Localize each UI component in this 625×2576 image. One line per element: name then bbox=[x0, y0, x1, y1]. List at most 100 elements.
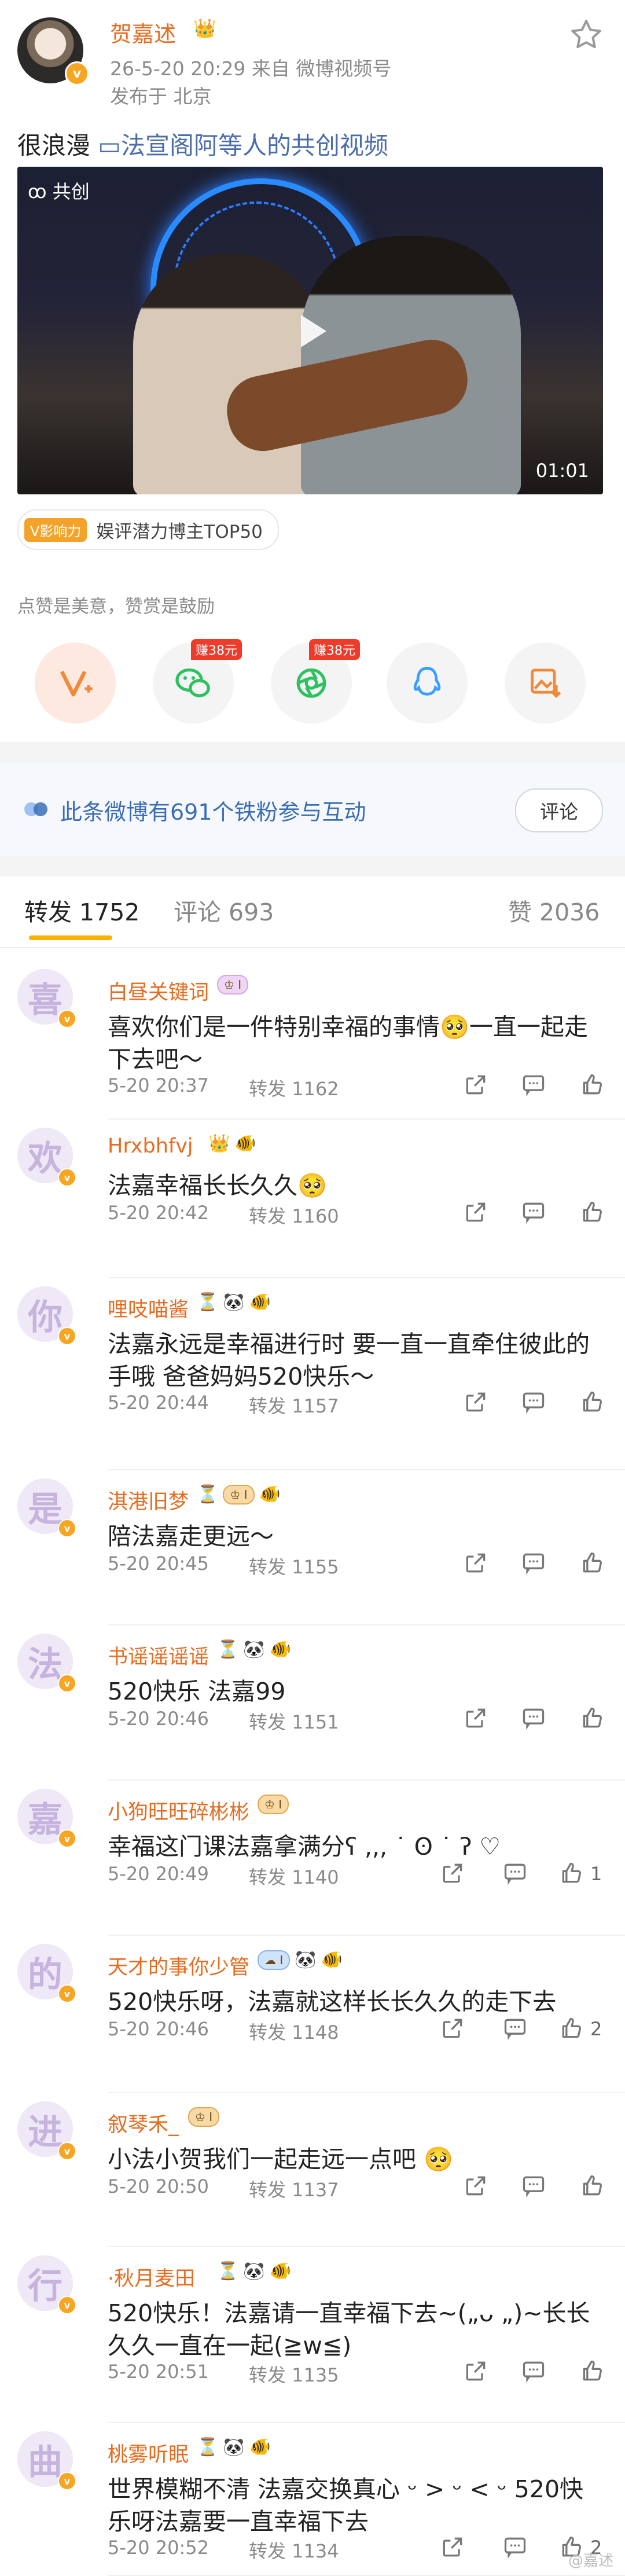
commenter-avatar-glyph: 是 bbox=[28, 1489, 62, 1530]
commenter-name[interactable]: 桃雾听眠 bbox=[108, 2438, 189, 2468]
commenter-name[interactable]: 哩吱喵酱 bbox=[108, 1293, 189, 1323]
commenter-avatar[interactable]: 是v bbox=[17, 1478, 76, 1537]
commenter-name[interactable]: 天才的事你少管 bbox=[108, 1951, 249, 1980]
fan-badge-icon: ⏳ bbox=[217, 2261, 239, 2281]
commenter-verified-icon: v bbox=[58, 2472, 76, 2490]
repost-count: 转发 1134 bbox=[249, 2540, 339, 2562]
crown-icon: 👑 bbox=[193, 17, 216, 39]
commenter-badges: ☁ I 🐼 🐠 bbox=[258, 1950, 343, 1970]
commenter-badges: ⏳ 🐼 🐠 bbox=[197, 2437, 271, 2457]
commenter-avatar[interactable]: 进v bbox=[17, 2101, 76, 2160]
commenter-avatar[interactable]: 曲v bbox=[17, 2431, 76, 2490]
like-icon[interactable] bbox=[580, 1199, 605, 1225]
video-link[interactable]: ▭法宣阁阿等人的共创视频 bbox=[98, 131, 388, 160]
section-separator bbox=[0, 742, 625, 763]
star-icon[interactable] bbox=[569, 17, 604, 52]
comment-icon[interactable] bbox=[521, 1072, 546, 1098]
share-qq-button[interactable] bbox=[387, 643, 468, 724]
comment-icon[interactable] bbox=[521, 1389, 546, 1415]
fan-badge-icon: ⏳ bbox=[197, 1292, 219, 1312]
like-icon[interactable] bbox=[580, 1550, 605, 1576]
tab-like[interactable]: 赞 2036 bbox=[508, 893, 600, 927]
commenter-verified-icon: v bbox=[58, 1010, 76, 1028]
commenter-avatar[interactable]: 你v bbox=[17, 1286, 76, 1345]
repost-icon[interactable] bbox=[463, 1389, 488, 1415]
comment-icon[interactable] bbox=[502, 2016, 528, 2041]
repost-time: 5-20 20:46 bbox=[108, 1708, 209, 1730]
commenter-avatar[interactable]: 法v bbox=[17, 1634, 76, 1693]
commenter-avatar[interactable]: 欢v bbox=[17, 1128, 76, 1187]
commenter-name[interactable]: 书谣谣谣谣 bbox=[108, 1641, 209, 1670]
fan-badge-icon: 🐼 bbox=[243, 2261, 265, 2281]
commenter-avatar-glyph: 的 bbox=[28, 1954, 62, 1995]
like-icon[interactable] bbox=[559, 2016, 584, 2041]
repost-icon[interactable] bbox=[440, 1861, 465, 1886]
fan-badge-icon: 🐼 bbox=[295, 1950, 317, 1970]
save-image-icon bbox=[531, 669, 561, 698]
commenter-avatar[interactable]: 喜v bbox=[17, 969, 76, 1028]
post-text: 很浪漫 ▭法宣阁阿等人的共创视频 bbox=[17, 126, 388, 162]
commenter-name[interactable]: 小狗旺旺碎彬彬 bbox=[108, 1796, 249, 1825]
reward-button[interactable] bbox=[35, 643, 116, 724]
comment-icon[interactable] bbox=[502, 2534, 528, 2560]
commenter-avatar[interactable]: 嘉v bbox=[17, 1789, 76, 1848]
repost-item: 嘉 v 小狗旺旺碎彬彬 ♔ I 幸福这门课法嘉拿满分ʕ ,,, ˙ ʘ ˙ ʔ ♡ 5-2… bbox=[0, 1781, 625, 1936]
repost-count: 转发 1162 bbox=[249, 1078, 339, 1100]
comment-icon[interactable] bbox=[521, 1705, 546, 1731]
commenter-name[interactable]: 白昼关键词 bbox=[108, 976, 209, 1006]
tab-repost[interactable]: 转发 1752 bbox=[24, 893, 139, 927]
comment-icon[interactable] bbox=[521, 2358, 546, 2384]
video-player[interactable]: ꝏ 共创 01:01 bbox=[17, 167, 603, 494]
repost-icon[interactable] bbox=[463, 2358, 488, 2384]
repost-item: 行 v ·秋月麦田 ⏳ 🐼 🐠 520快乐！法嘉请一直幸福下去~(„ᴗ „)~长长久久一直在… bbox=[0, 2247, 625, 2423]
repost-icon[interactable] bbox=[463, 1072, 488, 1098]
like-icon[interactable] bbox=[580, 1072, 605, 1098]
repost-count: 转发 1135 bbox=[249, 2364, 339, 2386]
commenter-name[interactable]: 叙琴禾_ bbox=[108, 2108, 179, 2138]
comment-icon[interactable] bbox=[521, 2173, 546, 2199]
commenter-verified-icon: v bbox=[58, 1984, 76, 2003]
comment-icon[interactable] bbox=[521, 1199, 546, 1225]
tab-comment[interactable]: 评论 693 bbox=[174, 893, 274, 927]
commenter-avatar[interactable]: 行v bbox=[17, 2255, 76, 2314]
repost-icon[interactable] bbox=[440, 2534, 465, 2560]
commenter-badges: 👑 🐠 bbox=[208, 1133, 256, 1154]
repost-icon[interactable] bbox=[463, 1199, 488, 1225]
commenter-name[interactable]: ·秋月麦田 bbox=[108, 2262, 195, 2292]
comment-icon[interactable] bbox=[502, 1861, 528, 1886]
commenter-name[interactable]: 淇港旧梦 bbox=[108, 1485, 189, 1515]
repost-time: 5-20 20:37 bbox=[108, 1074, 209, 1096]
influence-tag[interactable]: V影响力 娱评潜力博主TOP50 bbox=[17, 509, 279, 550]
comment-icon[interactable] bbox=[521, 1550, 546, 1576]
like-icon[interactable] bbox=[580, 1389, 605, 1415]
save-image-button[interactable] bbox=[505, 643, 586, 724]
repost-icon[interactable] bbox=[463, 1705, 488, 1731]
like-count: 1 bbox=[590, 1863, 602, 1885]
commenter-verified-icon: v bbox=[58, 2296, 76, 2314]
like-icon[interactable] bbox=[580, 2173, 605, 2199]
like-icon[interactable] bbox=[580, 2358, 605, 2384]
qq-icon bbox=[413, 666, 441, 696]
commenter-avatar[interactable]: 的v bbox=[17, 1944, 76, 2003]
commenter-avatar-glyph: 欢 bbox=[28, 1138, 62, 1179]
fan-badge-icon: 🐠 bbox=[321, 1950, 343, 1970]
post-location: 发布于 北京 bbox=[110, 85, 212, 108]
video-link-icon: ▭ bbox=[98, 131, 122, 160]
fan-badge-icon: 🐠 bbox=[269, 2261, 292, 2281]
commenter-name[interactable]: Hrxbhfvj bbox=[108, 1135, 193, 1158]
commenter-badges: ⏳ ♔ I 🐠 bbox=[197, 1484, 281, 1504]
like-icon[interactable] bbox=[559, 1861, 584, 1886]
repost-text: 520快乐！法嘉请一直幸福下去~(„ᴗ „)~长长久久一直在一起(≧w≦) bbox=[108, 2299, 590, 2360]
repost-item: 喜 v 白昼关键词 ♔ I 喜欢你们是一件特别幸福的事情🥺一直一起走下去吧～ 5-20 2… bbox=[0, 961, 625, 1120]
repost-icon[interactable] bbox=[463, 1550, 488, 1576]
repost-icon[interactable] bbox=[463, 2173, 488, 2199]
influence-badge: V影响力 bbox=[24, 518, 87, 542]
fan-badge-icon: 🐠 bbox=[249, 2437, 271, 2457]
reward-text: 点赞是美意，赞赏是鼓励 bbox=[17, 596, 215, 617]
repost-icon[interactable] bbox=[440, 2016, 465, 2041]
play-icon[interactable] bbox=[287, 308, 333, 354]
like-icon[interactable] bbox=[580, 1705, 605, 1731]
repost-text: 520快乐呀，法嘉就这样长长久久的走下去 bbox=[108, 1988, 557, 2016]
author-name[interactable]: 贺嘉述 bbox=[110, 16, 176, 48]
comment-button[interactable]: 评论 bbox=[515, 788, 603, 832]
